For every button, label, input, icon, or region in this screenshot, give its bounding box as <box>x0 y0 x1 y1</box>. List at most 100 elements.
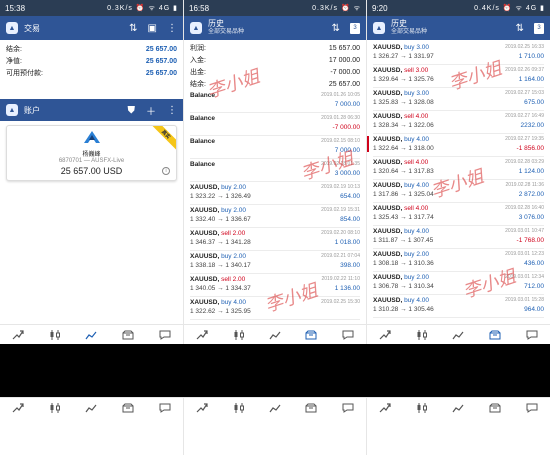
quotes-icon[interactable] <box>378 329 392 341</box>
messages-icon[interactable] <box>158 402 172 414</box>
row-symbol-group: XAUUSD, sell 4.00 <box>373 159 428 166</box>
deal-row[interactable]: XAUUSD, sell 2.00 2019.02.20 08:10 1 346.3… <box>184 228 366 250</box>
messages-icon[interactable] <box>525 402 539 414</box>
row-symbol-group: Balance <box>190 138 215 145</box>
deal-row[interactable]: XAUUSD, sell 4.00 2019.02.28 03:29 1 320.6… <box>367 157 550 179</box>
history-icon[interactable] <box>121 329 135 341</box>
row-line: 1 326.27 → 1 331.97 1 710.00 <box>373 53 544 60</box>
row-time: 2019.03.01 10:47 <box>505 228 544 234</box>
row-profit: 675.00 <box>524 99 544 106</box>
history-icon[interactable] <box>488 329 502 341</box>
deal-row[interactable]: XAUUSD, buy 3.00 2019.02.25 16:33 1 326.27… <box>367 42 550 64</box>
candlestick-chart-icon[interactable] <box>415 402 429 414</box>
row-line: XAUUSD, buy 2.00 2019.03.01 12:34 <box>373 274 544 281</box>
row-symbol: Balance <box>190 138 215 145</box>
deal-row[interactable]: XAUUSD, buy 2.00 2019.02.21 07:04 1 338.18… <box>184 251 366 273</box>
app-logo-icon[interactable]: ▲ <box>190 22 202 34</box>
messages-icon[interactable] <box>341 329 355 341</box>
balance-row[interactable]: Balance 2019.01.28 06:30 -7 000.00 <box>184 113 366 135</box>
deal-row[interactable]: XAUUSD, sell 3.00 2019.02.26 09:37 1 329.6… <box>367 65 550 87</box>
account-card[interactable]: 真实 杨巍峰 6870701 — AUSFX-Live 25 657.00 US… <box>6 125 177 181</box>
trade-icon[interactable] <box>268 402 282 414</box>
row-side: sell 2.00 <box>221 276 246 283</box>
row-symbol: XAUUSD, <box>373 113 403 120</box>
row-symbol: XAUUSD, <box>373 136 403 143</box>
new-order-icon[interactable]: ▣ <box>148 23 157 34</box>
row-time: 2019.02.25 16:33 <box>505 44 544 50</box>
row-symbol-group: XAUUSD, buy 3.00 <box>373 90 429 97</box>
history-icon[interactable] <box>121 402 135 414</box>
history-icon[interactable] <box>488 402 502 414</box>
add-account-icon[interactable]: ＋ <box>146 103 156 118</box>
balance-row[interactable]: Balance 2019.02.15 08:10 7 000.00 <box>184 136 366 158</box>
trade-icon[interactable] <box>84 402 98 414</box>
info-icon[interactable]: i <box>162 167 170 175</box>
trade-icon[interactable] <box>451 329 465 341</box>
calendar-icon[interactable]: 3 <box>350 22 360 34</box>
quotes-icon[interactable] <box>11 402 25 414</box>
quotes-icon[interactable] <box>195 329 209 341</box>
calendar-icon[interactable]: 3 <box>534 22 544 34</box>
messages-icon[interactable] <box>525 329 539 341</box>
deal-row[interactable]: XAUUSD, buy 4.00 2019.02.28 11:36 1 317.86… <box>367 180 550 202</box>
deal-row[interactable]: XAUUSD, buy 2.00 2019.02.19 10:13 1 323.22… <box>184 182 366 204</box>
app-bar-subtitle[interactable]: 全部交易品种 <box>391 28 427 37</box>
row-line: XAUUSD, sell 4.00 2019.02.27 16:49 <box>373 113 544 120</box>
sort-icon[interactable]: ⇅ <box>129 23 137 34</box>
row-profit: 1 710.00 <box>518 53 544 60</box>
app-logo-icon[interactable]: ▲ <box>6 104 18 116</box>
quotes-icon[interactable] <box>11 329 25 341</box>
row-side: sell 2.00 <box>221 230 246 237</box>
row-time: 2019.02.27 15:03 <box>505 90 544 96</box>
deal-row[interactable]: XAUUSD, buy 4.00 2019.02.25 15:30 1 322.62… <box>184 297 366 319</box>
row-symbol-group: XAUUSD, buy 4.00 <box>373 182 429 189</box>
history-icon[interactable] <box>304 402 318 414</box>
messages-icon[interactable] <box>341 402 355 414</box>
history-list: Balance 2019.01.26 10:05 7 000.00 Balance 20… <box>184 90 366 320</box>
balance-row[interactable]: Balance 2019.01.26 10:05 7 000.00 <box>184 90 366 112</box>
trade-icon[interactable] <box>268 329 282 341</box>
deal-row[interactable]: XAUUSD, buy 2.00 2019.03.01 12:23 1 308.18… <box>367 249 550 271</box>
row-time: 2019.02.28 11:36 <box>505 182 544 188</box>
row-line: XAUUSD, buy 3.00 2019.02.27 15:03 <box>373 90 544 97</box>
app-bar-title: 交易 <box>24 23 40 33</box>
deal-row[interactable]: XAUUSD, buy 4.00 2019.03.01 10:47 1 311.87… <box>367 226 550 248</box>
row-symbol-group: XAUUSD, buy 2.00 <box>190 253 246 260</box>
deal-row[interactable]: XAUUSD, buy 4.00 2019.03.01 15:28 1 310.28… <box>367 295 550 317</box>
deal-row[interactable]: XAUUSD, sell 4.00 2019.02.27 16:49 1 328.3… <box>367 111 550 133</box>
row-symbol-group: XAUUSD, sell 4.00 <box>373 205 428 212</box>
history-icon[interactable] <box>304 329 318 341</box>
deal-row[interactable]: XAUUSD, buy 3.00 2019.02.27 15:03 1 325.83… <box>367 88 550 110</box>
candlestick-chart-icon[interactable] <box>232 402 246 414</box>
app-logo-icon[interactable]: ▲ <box>373 22 385 34</box>
trade-icon[interactable] <box>84 329 98 341</box>
candlestick-chart-icon[interactable] <box>48 329 62 341</box>
balance-row[interactable]: Balance 2019.02.18 01:35 3 000.00 <box>184 159 366 181</box>
row-line: XAUUSD, buy 4.00 2019.03.01 10:47 <box>373 228 544 235</box>
accounts-bar: ▲ 账户 ⛊ ＋ ⋮ <box>0 99 183 121</box>
deal-row[interactable]: XAUUSD, sell 2.00 2019.02.22 11:10 1 340.0… <box>184 274 366 296</box>
app-bar-title: 历史 <box>208 19 224 28</box>
row-time: 2019.02.20 08:10 <box>321 230 360 236</box>
shield-icon[interactable]: ⛊ <box>128 105 136 116</box>
more-icon[interactable]: ⋮ <box>167 105 177 116</box>
candlestick-chart-icon[interactable] <box>415 329 429 341</box>
candlestick-chart-icon[interactable] <box>232 329 246 341</box>
more-icon[interactable]: ⋮ <box>167 23 177 34</box>
deal-row[interactable]: XAUUSD, buy 2.00 2019.02.19 15:31 1 332.40… <box>184 205 366 227</box>
deal-row[interactable]: XAUUSD, sell 4.00 2019.02.28 16:40 1 325.4… <box>367 203 550 225</box>
deal-row[interactable]: XAUUSD, buy 2.00 2019.03.01 12:34 1 306.78… <box>367 272 550 294</box>
app-bar-subtitle[interactable]: 全部交易品种 <box>208 28 244 37</box>
sort-icon[interactable]: ⇅ <box>332 23 340 34</box>
row-time: 2019.02.22 11:10 <box>321 276 360 282</box>
app-logo-icon[interactable]: ▲ <box>6 22 18 34</box>
messages-icon[interactable] <box>158 329 172 341</box>
candlestick-chart-icon[interactable] <box>48 402 62 414</box>
trade-icon[interactable] <box>451 402 465 414</box>
deal-row[interactable]: XAUUSD, buy 4.00 2019.02.27 19:35 1 322.64… <box>367 134 550 156</box>
row-line: Balance 2019.01.28 06:30 <box>190 115 360 122</box>
row-profit: 1 136.00 <box>334 285 360 292</box>
quotes-icon[interactable] <box>378 402 392 414</box>
quotes-icon[interactable] <box>195 402 209 414</box>
sort-icon[interactable]: ⇅ <box>516 23 524 34</box>
